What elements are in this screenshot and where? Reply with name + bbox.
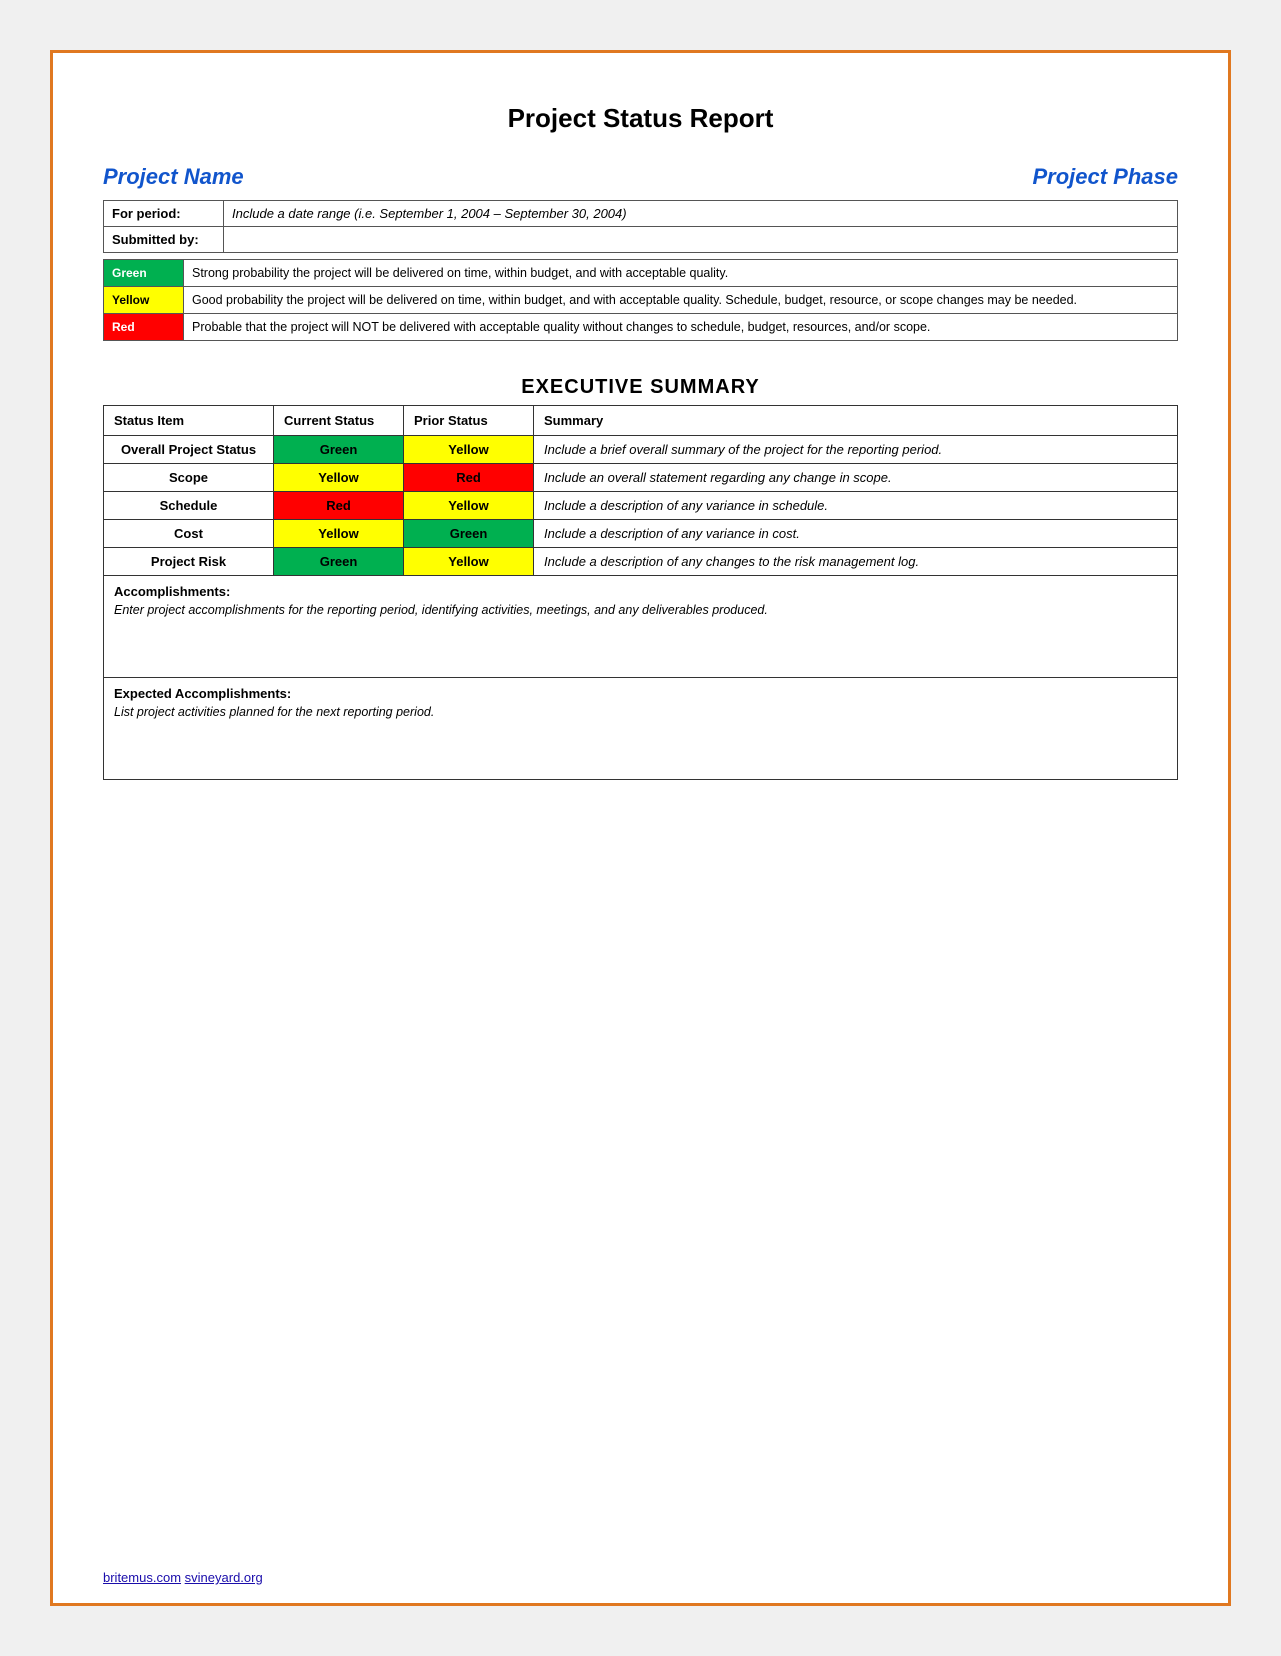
legend-description: Strong probability the project will be d…: [184, 260, 1178, 287]
submitted-by-row: Submitted by:: [104, 227, 1178, 253]
exec-summary: Include a description of any variance in…: [534, 492, 1178, 520]
for-period-value: Include a date range (i.e. September 1, …: [224, 201, 1178, 227]
accomplishments-text: Enter project accomplishments for the re…: [114, 603, 1167, 617]
for-period-label: For period:: [104, 201, 224, 227]
exec-current-status: Red: [274, 492, 404, 520]
exec-current-status: Yellow: [274, 464, 404, 492]
exec-table-row: Overall Project Status Green Yellow Incl…: [104, 436, 1178, 464]
exec-header-row: Status ItemCurrent StatusPrior StatusSum…: [104, 406, 1178, 436]
exec-prior-status: Green: [404, 520, 534, 548]
exec-table-row: Project Risk Green Yellow Include a desc…: [104, 548, 1178, 576]
exec-table-row: Cost Yellow Green Include a description …: [104, 520, 1178, 548]
legend-status: Green: [104, 260, 184, 287]
legend-row: Red Probable that the project will NOT b…: [104, 314, 1178, 341]
accomplishments-title: Accomplishments:: [114, 584, 1167, 599]
submitted-by-value: [224, 227, 1178, 253]
project-header: Project Name Project Phase: [103, 164, 1178, 190]
info-table: For period: Include a date range (i.e. S…: [103, 200, 1178, 253]
project-name-label: Project Name: [103, 164, 244, 190]
accomplishments-section: Accomplishments: Enter project accomplis…: [103, 576, 1178, 678]
exec-item: Project Risk: [104, 548, 274, 576]
exec-item: Overall Project Status: [104, 436, 274, 464]
exec-current-status: Green: [274, 548, 404, 576]
exec-table-row: Scope Yellow Red Include an overall stat…: [104, 464, 1178, 492]
exec-prior-status: Red: [404, 464, 534, 492]
for-period-row: For period: Include a date range (i.e. S…: [104, 201, 1178, 227]
exec-current-status: Yellow: [274, 520, 404, 548]
page-container: Project Status Report Project Name Proje…: [50, 50, 1231, 1606]
exec-summary: Include an overall statement regarding a…: [534, 464, 1178, 492]
exec-prior-status: Yellow: [404, 436, 534, 464]
exec-table-header: Current Status: [274, 406, 404, 436]
expected-text: List project activities planned for the …: [114, 705, 1167, 719]
project-phase-label: Project Phase: [1032, 164, 1178, 190]
exec-table-row: Schedule Red Yellow Include a descriptio…: [104, 492, 1178, 520]
exec-table-header: Summary: [534, 406, 1178, 436]
exec-table: Status ItemCurrent StatusPrior StatusSum…: [103, 405, 1178, 576]
expected-section: Expected Accomplishments: List project a…: [103, 678, 1178, 780]
footer: britemus.com svineyard.org: [103, 1570, 263, 1585]
legend-status: Yellow: [104, 287, 184, 314]
exec-item: Scope: [104, 464, 274, 492]
exec-current-status: Green: [274, 436, 404, 464]
exec-prior-status: Yellow: [404, 492, 534, 520]
expected-title: Expected Accomplishments:: [114, 686, 1167, 701]
submitted-by-label: Submitted by:: [104, 227, 224, 253]
footer-link2[interactable]: svineyard.org: [185, 1570, 263, 1585]
legend-row: Green Strong probability the project wil…: [104, 260, 1178, 287]
exec-summary: Include a description of any changes to …: [534, 548, 1178, 576]
legend-status: Red: [104, 314, 184, 341]
exec-table-header: Prior Status: [404, 406, 534, 436]
main-title: Project Status Report: [103, 103, 1178, 134]
exec-summary-title: EXECUTIVE SUMMARY: [103, 376, 1178, 399]
footer-link1[interactable]: britemus.com: [103, 1570, 181, 1585]
exec-item: Schedule: [104, 492, 274, 520]
legend-description: Probable that the project will NOT be de…: [184, 314, 1178, 341]
exec-summary: Include a brief overall summary of the p…: [534, 436, 1178, 464]
legend-row: Yellow Good probability the project will…: [104, 287, 1178, 314]
exec-item: Cost: [104, 520, 274, 548]
legend-description: Good probability the project will be del…: [184, 287, 1178, 314]
exec-summary: Include a description of any variance in…: [534, 520, 1178, 548]
exec-table-header: Status Item: [104, 406, 274, 436]
legend-table: Green Strong probability the project wil…: [103, 259, 1178, 341]
exec-prior-status: Yellow: [404, 548, 534, 576]
